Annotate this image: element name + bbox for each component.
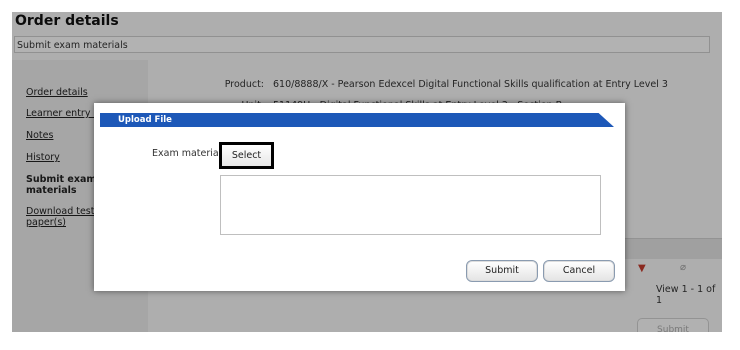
file-list-box	[220, 175, 601, 235]
exam-material-label: Exam material:	[152, 148, 225, 159]
dialog-title: Upload File	[100, 113, 614, 127]
dialog-submit-button[interactable]: Submit	[466, 260, 538, 282]
select-file-button[interactable]: Select	[219, 142, 274, 169]
upload-file-dialog: Upload File Exam material: Select Submit…	[94, 103, 625, 291]
dialog-cancel-button[interactable]: Cancel	[543, 260, 615, 282]
